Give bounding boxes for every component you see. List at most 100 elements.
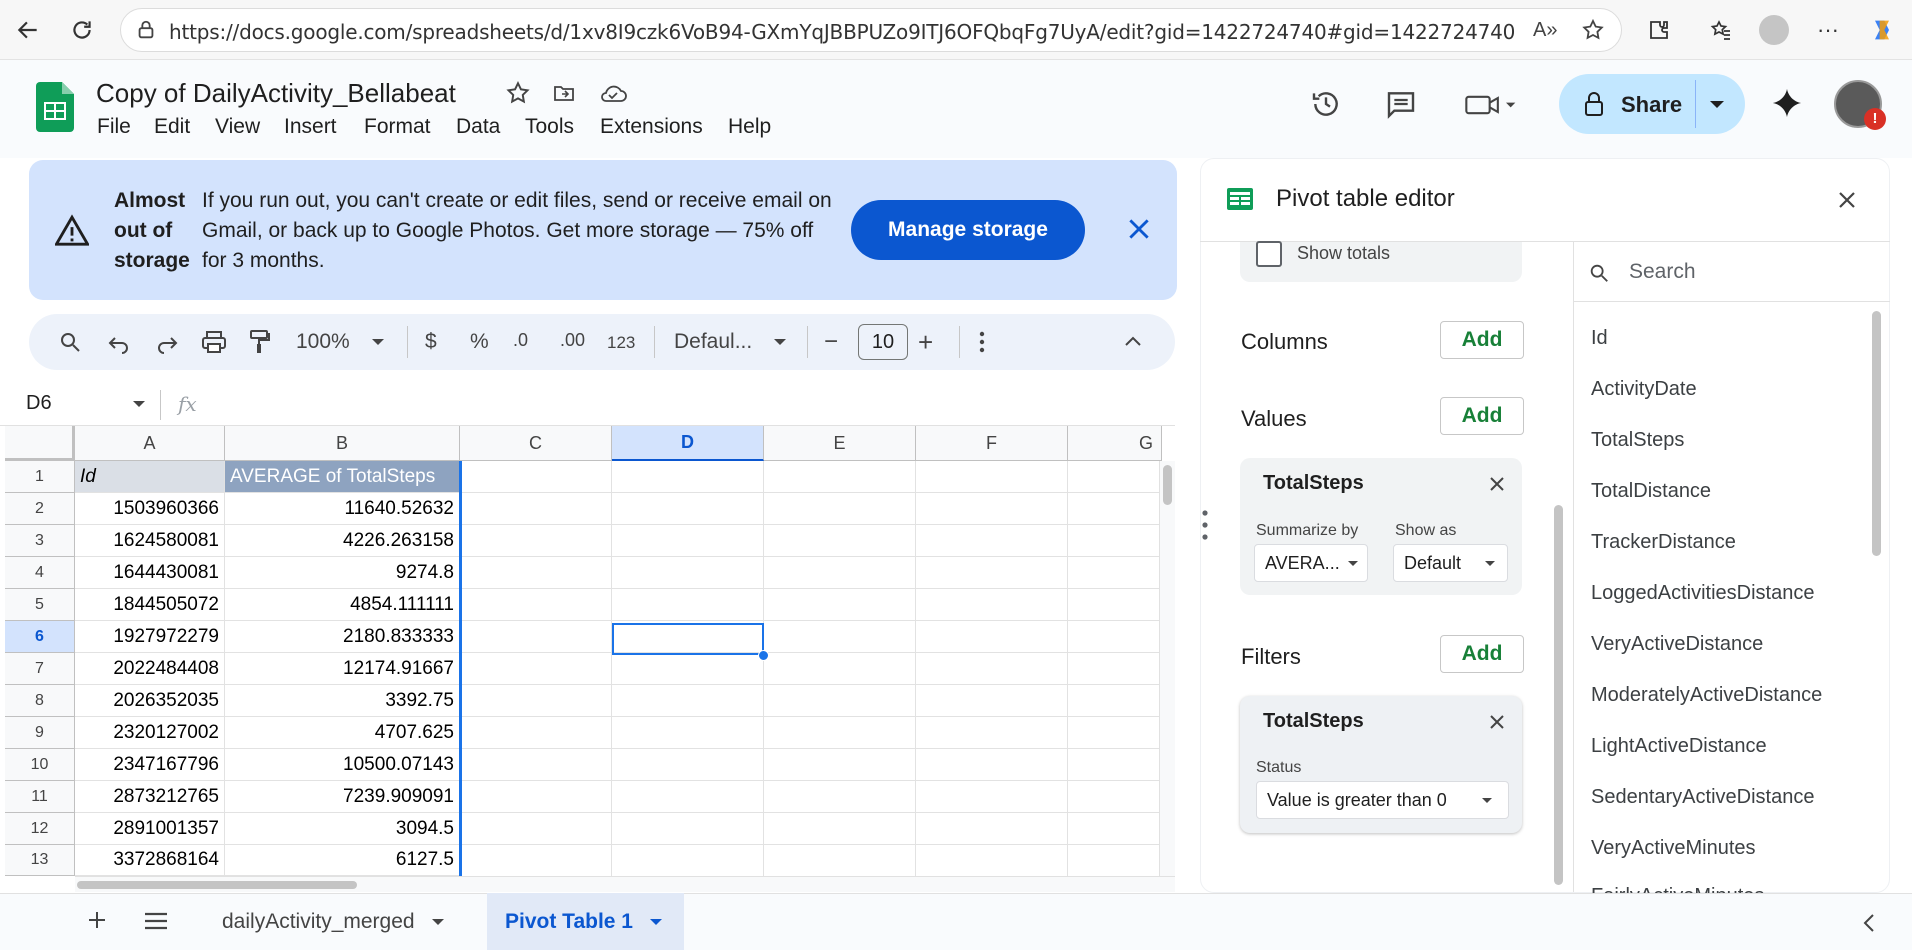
row-header-6[interactable]: 6 — [5, 621, 75, 653]
menu-edit[interactable]: Edit — [154, 115, 190, 139]
more-tools-icon[interactable] — [978, 330, 986, 354]
sheet-tab-dropdown-icon[interactable] — [431, 918, 445, 926]
average-cell[interactable]: 11640.52632 — [225, 493, 460, 525]
average-cell[interactable]: 2180.833333 — [225, 621, 460, 653]
field-item-activitydate[interactable]: ActivityDate — [1591, 378, 1697, 401]
menu-tools[interactable]: Tools — [525, 115, 574, 139]
row-header-5[interactable]: 5 — [5, 589, 75, 621]
menu-help[interactable]: Help — [728, 115, 771, 139]
vertical-scrollbar[interactable] — [1159, 461, 1175, 876]
field-item-veryactivedistance[interactable]: VeryActiveDistance — [1591, 633, 1763, 656]
extensions-icon[interactable] — [1643, 14, 1675, 46]
id-cell[interactable]: 3372868164 — [75, 845, 225, 876]
field-item-lightactivedistance[interactable]: LightActiveDistance — [1591, 735, 1767, 758]
menu-insert[interactable]: Insert — [284, 115, 337, 139]
meet-video-icon[interactable] — [1464, 90, 1520, 120]
field-item-loggedactivitiesdistance[interactable]: LoggedActivitiesDistance — [1591, 582, 1814, 605]
share-dropdown-icon[interactable] — [1709, 100, 1725, 110]
id-cell[interactable]: 1927972279 — [75, 621, 225, 653]
search-menus-icon[interactable] — [58, 330, 82, 354]
formula-input[interactable] — [210, 388, 1170, 422]
row-header-11[interactable]: 11 — [5, 781, 75, 813]
close-pivot-editor-icon[interactable] — [1837, 190, 1857, 210]
sheet-tab-dropdown-icon[interactable] — [649, 918, 663, 926]
read-aloud-icon[interactable]: A» — [1533, 19, 1557, 42]
share-button[interactable]: Share — [1559, 74, 1745, 134]
column-header-a[interactable]: A — [75, 426, 225, 461]
font-family-select[interactable]: Defaul... — [674, 330, 752, 354]
column-header-e[interactable]: E — [764, 426, 916, 461]
row-header-7[interactable]: 7 — [5, 653, 75, 685]
site-info-icon[interactable] — [135, 19, 157, 41]
sheets-logo-icon[interactable] — [36, 82, 74, 132]
favorite-star-icon[interactable] — [1581, 18, 1605, 42]
row-header-1[interactable]: 1 — [5, 461, 75, 493]
more-formats-button[interactable]: 123 — [607, 333, 635, 353]
collapse-toolbar-icon[interactable] — [1124, 335, 1142, 347]
gemini-sparkle-icon[interactable] — [1770, 86, 1804, 120]
average-cell[interactable]: 7239.909091 — [225, 781, 460, 813]
remove-value-icon[interactable] — [1488, 475, 1506, 493]
menu-data[interactable]: Data — [456, 115, 500, 139]
average-cell[interactable]: 9274.8 — [225, 557, 460, 589]
average-cell[interactable]: 4854.111111 — [225, 589, 460, 621]
print-icon[interactable] — [201, 330, 227, 354]
undo-icon[interactable] — [107, 332, 131, 354]
field-item-trackerdistance[interactable]: TrackerDistance — [1591, 531, 1736, 554]
add-sheet-icon[interactable] — [85, 908, 109, 932]
refresh-icon[interactable] — [66, 14, 98, 46]
id-cell[interactable]: 1644430081 — [75, 557, 225, 589]
summarize-by-select[interactable]: AVERA... — [1254, 544, 1368, 582]
average-cell[interactable]: 12174.91667 — [225, 653, 460, 685]
decrease-decimal-button[interactable]: .0 — [513, 330, 528, 351]
increase-font-size-button[interactable]: + — [918, 327, 933, 358]
row-header-3[interactable]: 3 — [5, 525, 75, 557]
menu-extensions[interactable]: Extensions — [600, 115, 703, 139]
filter-status-select[interactable]: Value is greater than 0 — [1256, 781, 1509, 819]
field-item-moderatelyactivedistance[interactable]: ModeratelyActiveDistance — [1591, 684, 1822, 707]
side-panel-toggle-icon[interactable] — [1862, 912, 1876, 934]
sheet-tab-dailyactivity-merged[interactable]: dailyActivity_merged — [222, 893, 445, 950]
horizontal-scrollbar[interactable] — [75, 876, 1175, 892]
pivot-row-header-cell[interactable]: Id — [75, 461, 225, 493]
average-cell[interactable]: 10500.07143 — [225, 749, 460, 781]
font-dropdown-icon[interactable] — [773, 338, 787, 346]
row-header-12[interactable]: 12 — [5, 813, 75, 845]
field-item-id[interactable]: Id — [1591, 327, 1608, 350]
add-column-button[interactable]: Add — [1440, 321, 1524, 359]
redo-icon[interactable] — [155, 332, 179, 354]
id-cell[interactable]: 1624580081 — [75, 525, 225, 557]
close-banner-icon[interactable] — [1126, 216, 1152, 242]
add-value-button[interactable]: Add — [1440, 397, 1524, 435]
field-item-veryactiveminutes[interactable]: VeryActiveMinutes — [1591, 837, 1756, 860]
field-item-totalsteps[interactable]: TotalSteps — [1591, 429, 1684, 452]
document-title[interactable]: Copy of DailyActivity_Bellabeat — [96, 78, 456, 109]
paint-format-icon[interactable] — [248, 329, 272, 355]
back-arrow-icon[interactable] — [12, 14, 44, 46]
profile-avatar-icon[interactable] — [1758, 14, 1790, 46]
horizontal-scroll-thumb[interactable] — [77, 881, 357, 889]
more-options-icon[interactable]: ··· — [1812, 14, 1844, 46]
panel-resize-handle-icon[interactable] — [1201, 508, 1209, 542]
row-header-8[interactable]: 8 — [5, 685, 75, 717]
row-header-13[interactable]: 13 — [5, 845, 75, 876]
zoom-dropdown-icon[interactable] — [371, 338, 385, 346]
menu-view[interactable]: View — [215, 115, 260, 139]
row-header-9[interactable]: 9 — [5, 717, 75, 749]
average-cell[interactable]: 3094.5 — [225, 813, 460, 845]
row-header-4[interactable]: 4 — [5, 557, 75, 589]
column-header-d[interactable]: D — [612, 426, 764, 461]
favorites-icon[interactable] — [1705, 14, 1737, 46]
show-totals-checkbox[interactable] — [1256, 241, 1282, 267]
menu-file[interactable]: File — [97, 115, 131, 139]
account-avatar[interactable]: ! — [1834, 80, 1886, 130]
selected-cell-d6[interactable] — [612, 623, 764, 655]
average-cell[interactable]: 4707.625 — [225, 717, 460, 749]
id-cell[interactable]: 2873212765 — [75, 781, 225, 813]
id-cell[interactable]: 2320127002 — [75, 717, 225, 749]
id-cell[interactable]: 1503960366 — [75, 493, 225, 525]
field-list-scroll-thumb[interactable] — [1872, 311, 1881, 556]
row-header-2[interactable]: 2 — [5, 493, 75, 525]
id-cell[interactable]: 2347167796 — [75, 749, 225, 781]
column-header-f[interactable]: F — [916, 426, 1068, 461]
